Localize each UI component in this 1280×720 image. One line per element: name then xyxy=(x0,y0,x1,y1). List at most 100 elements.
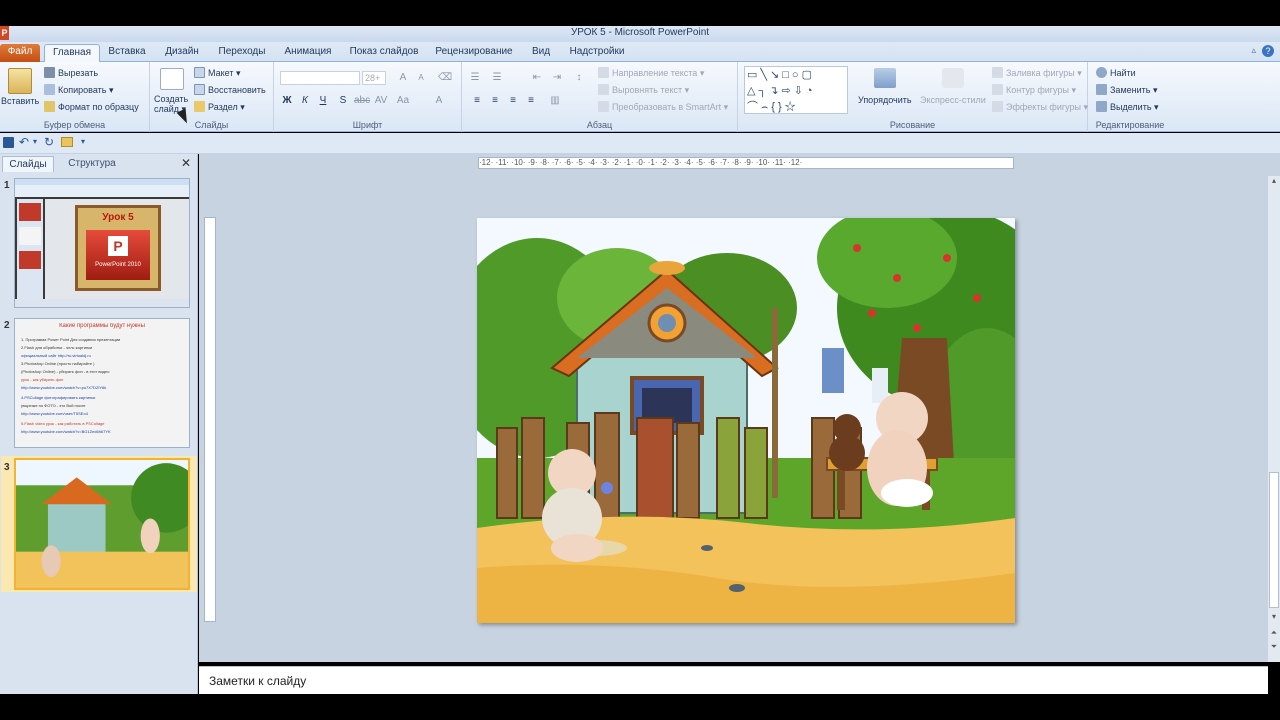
tab-design[interactable]: Дизайн xyxy=(160,44,204,62)
shape-brace-left-icon[interactable]: { xyxy=(771,101,778,113)
copy-button[interactable]: Копировать ▾ xyxy=(44,84,114,96)
shape-brace-right-icon[interactable]: } xyxy=(778,101,785,113)
shape-star-icon[interactable]: ☆ xyxy=(785,101,799,113)
shape-textbox-icon[interactable]: ▭ xyxy=(747,69,760,81)
font-color-button[interactable]: A xyxy=(432,94,446,108)
help-icon[interactable]: ? xyxy=(1262,45,1274,57)
thumb2-line: урок - как убирать фон xyxy=(21,377,64,382)
font-name-input[interactable] xyxy=(280,71,360,85)
slide-thumbnail-2[interactable]: Какие программы будут нужны 1. Программа… xyxy=(14,318,190,448)
shape-callout-icon[interactable]: ◔ xyxy=(806,85,816,97)
shape-rounded-icon[interactable]: ▢ xyxy=(802,69,815,81)
tab-transitions[interactable]: Переходы xyxy=(214,44,270,62)
shape-down-arrow-icon[interactable]: ⇩ xyxy=(794,85,806,97)
underline-button[interactable]: Ч xyxy=(316,94,330,108)
quick-styles-button[interactable]: Экспресс-стили xyxy=(920,95,986,105)
replace-button[interactable]: Заменить ▾ xyxy=(1096,84,1157,96)
shape-effects-button[interactable]: Эффекты фигуры ▾ xyxy=(992,101,1088,113)
paste-button[interactable]: Вставить xyxy=(1,96,39,106)
tab-insert[interactable]: Вставка xyxy=(104,44,150,62)
slide-thumbnail-1[interactable]: Урок 5 P PowerPoint 2010 xyxy=(14,178,190,308)
align-right-icon[interactable]: ≡ xyxy=(506,94,520,108)
shape-oval-icon[interactable]: ○ xyxy=(792,69,802,81)
section-button[interactable]: Раздел ▾ xyxy=(194,101,245,113)
tab-file[interactable]: Файл xyxy=(0,44,40,62)
shape-rect-icon[interactable]: □ xyxy=(782,69,792,81)
next-slide-icon[interactable]: ⏷ xyxy=(1269,642,1279,651)
thumb1-canvas: Урок 5 P PowerPoint 2010 xyxy=(45,199,189,299)
tab-slides[interactable]: Слайды xyxy=(2,156,54,172)
shape-triangle-icon[interactable]: △ xyxy=(747,85,758,97)
thumb2-line: 4.PSCollage фотографировать картинки xyxy=(21,395,96,400)
shape-arc-icon[interactable]: ⌢ xyxy=(761,101,771,113)
clear-format-icon[interactable]: ⌫ xyxy=(438,71,452,85)
format-painter-button[interactable]: Формат по образцу xyxy=(44,101,139,112)
tab-home[interactable]: Главная xyxy=(44,44,100,63)
justify-icon[interactable]: ≡ xyxy=(524,94,538,108)
reset-button[interactable]: Восстановить xyxy=(194,84,266,95)
group-label-font: Шрифт xyxy=(352,120,383,130)
cut-button[interactable]: Вырезать xyxy=(44,67,98,78)
layout-icon xyxy=(194,67,205,78)
shapes-gallery[interactable]: ▭╲↘□○▢ △┐↴⇨⇩◔ ⌒⌢{}☆ xyxy=(744,66,848,114)
numbering-icon[interactable]: ☰ xyxy=(490,71,504,85)
shape-fill-button[interactable]: Заливка фигуры ▾ xyxy=(992,67,1082,79)
align-text-button[interactable]: Выровнять текст ▾ xyxy=(598,84,689,96)
bullets-icon[interactable]: ☰ xyxy=(468,71,482,85)
slide-picture[interactable] xyxy=(477,218,1015,623)
find-button[interactable]: Найти xyxy=(1096,67,1136,78)
shape-line-icon[interactable]: ╲ xyxy=(760,69,770,81)
layout-button[interactable]: Макет ▾ xyxy=(194,67,241,79)
shape-outline-button[interactable]: Контур фигуры ▾ xyxy=(992,84,1076,96)
tab-view[interactable]: Вид xyxy=(526,44,556,62)
notes-pane[interactable]: Заметки к слайду xyxy=(199,666,1268,694)
change-case-icon[interactable]: Aa xyxy=(396,94,410,108)
tab-outline[interactable]: Структура xyxy=(60,156,124,172)
arrange-button[interactable]: Упорядочить xyxy=(858,95,912,105)
shape-arrow-icon[interactable]: ↘ xyxy=(770,69,782,81)
shrink-font-icon[interactable]: A xyxy=(414,71,428,85)
open-icon[interactable] xyxy=(61,137,73,147)
tab-slide-show[interactable]: Показ слайдов xyxy=(346,44,422,62)
decrease-indent-icon[interactable]: ⇤ xyxy=(530,71,544,85)
undo-dropdown-icon[interactable]: ▾ xyxy=(33,137,37,146)
shape-connector-icon[interactable]: ↴ xyxy=(769,85,781,97)
char-spacing-icon[interactable]: AV xyxy=(374,94,388,108)
shape-elbow-icon[interactable]: ┐ xyxy=(758,85,769,97)
thumb2-line: 1. Программа Power Point Для создания пр… xyxy=(21,337,121,342)
slide-thumbnail-3[interactable] xyxy=(14,458,190,590)
columns-icon[interactable]: ▥ xyxy=(548,94,562,108)
tab-review[interactable]: Рецензирование xyxy=(432,44,516,62)
undo-icon[interactable]: ↶ xyxy=(19,135,29,149)
notes-placeholder[interactable]: Заметки к слайду xyxy=(209,674,306,688)
scrollbar-thumb[interactable] xyxy=(1269,472,1279,608)
convert-smartart-button[interactable]: Преобразовать в SmartArt ▾ xyxy=(598,101,728,113)
scroll-down-icon[interactable]: ▾ xyxy=(1269,612,1279,621)
close-pane-icon[interactable]: ✕ xyxy=(181,156,191,170)
select-button[interactable]: Выделить ▾ xyxy=(1096,101,1159,113)
italic-button[interactable]: К xyxy=(298,94,312,108)
minimize-ribbon-icon[interactable]: ▵ xyxy=(1251,45,1256,56)
align-center-icon[interactable]: ≡ xyxy=(488,94,502,108)
prev-slide-icon[interactable]: ⏶ xyxy=(1269,628,1279,637)
shape-curve-icon[interactable]: ⌒ xyxy=(747,101,761,113)
bold-button[interactable]: Ж xyxy=(280,94,294,108)
vertical-scrollbar[interactable]: ▴ ▾ ⏶ ⏷ xyxy=(1268,176,1280,662)
increase-indent-icon[interactable]: ⇥ xyxy=(550,71,564,85)
grow-font-icon[interactable]: A xyxy=(396,71,410,85)
tab-animation[interactable]: Анимация xyxy=(280,44,336,62)
align-left-icon[interactable]: ≡ xyxy=(470,94,484,108)
thumb1-frame: Урок 5 P PowerPoint 2010 xyxy=(75,205,161,291)
strikethrough-icon[interactable]: abc xyxy=(354,94,370,108)
text-direction-button[interactable]: Направление текста ▾ xyxy=(598,67,704,79)
shape-block-arrow-icon[interactable]: ⇨ xyxy=(781,85,793,97)
tab-addins[interactable]: Надстройки xyxy=(566,44,628,62)
customize-qat-icon[interactable]: ▾ xyxy=(81,137,85,146)
shadow-button[interactable]: S xyxy=(336,94,350,108)
line-spacing-icon[interactable]: ↕ xyxy=(572,71,586,85)
slide-canvas[interactable] xyxy=(477,218,1015,623)
scroll-up-icon[interactable]: ▴ xyxy=(1269,176,1279,185)
font-size-input[interactable]: 28+ xyxy=(362,71,386,85)
redo-icon[interactable]: ↻ xyxy=(44,135,54,149)
save-icon[interactable] xyxy=(3,137,14,148)
